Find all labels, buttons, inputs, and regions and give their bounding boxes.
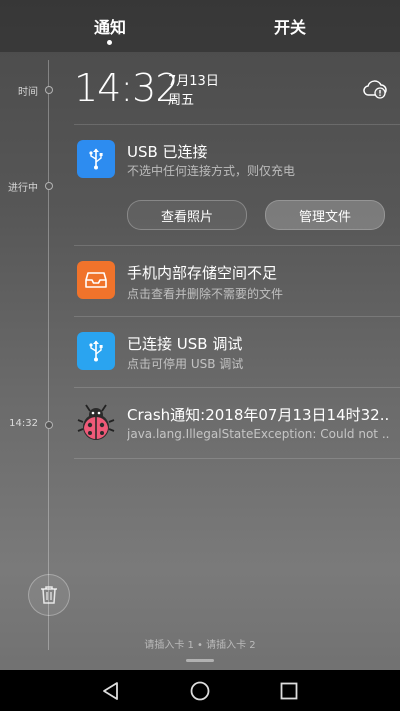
recents-icon[interactable] [275,677,303,705]
date-text: 7月13日 [168,74,219,89]
divider [74,316,400,317]
active-tab-indicator [107,40,112,45]
notification-title[interactable]: 已连接 USB 调试 [127,333,242,354]
clear-all-button[interactable] [28,574,70,616]
weekday-text: 周五 [168,93,195,108]
clock-date: 7月13日 周五 [168,72,219,110]
timeline-dot [45,421,53,429]
cloud-alert-icon[interactable] [362,78,388,100]
usb-icon [77,140,115,178]
divider [74,245,400,246]
timeline-label-crash-time: 14:32 [9,418,38,429]
timeline-label-time: 时间 [18,87,38,98]
divider [74,458,400,459]
usb-icon [77,332,115,370]
ladybug-icon [76,402,116,442]
view-photos-button[interactable]: 查看照片 [127,200,247,230]
notification-title[interactable]: Crash通知:2018年07月13日14时32... [127,404,389,425]
notification-title[interactable]: 手机内部存储空间不足 [127,262,277,283]
timeline-dot [45,86,53,94]
home-icon[interactable] [186,677,214,705]
storage-tray-icon [77,261,115,299]
manage-files-button[interactable]: 管理文件 [265,200,385,230]
notification-title[interactable]: USB 已连接 [127,141,208,162]
notification-subtitle: java.lang.IllegalStateException: Could n… [127,427,389,441]
tab-notifications[interactable]: 通知 [94,14,126,38]
back-icon[interactable] [97,677,125,705]
notification-subtitle: 不选中任何连接方式，则仅充电 [127,164,296,178]
timeline-line [48,60,49,650]
trash-icon [41,586,57,604]
top-tab-bar [0,0,400,52]
divider [74,387,400,388]
sim-status: 请插入卡 1 • 请插入卡 2 [144,640,256,651]
clock-time: 14:32 [74,66,180,110]
divider [74,124,400,125]
notification-subtitle: 点击可停用 USB 调试 [127,357,244,371]
notification-subtitle: 点击查看并删除不需要的文件 [127,287,284,301]
timeline-label-ongoing: 进行中 [8,183,38,194]
tab-switches[interactable]: 开关 [274,14,306,38]
drag-handle[interactable] [186,659,214,662]
timeline-dot [45,182,53,190]
